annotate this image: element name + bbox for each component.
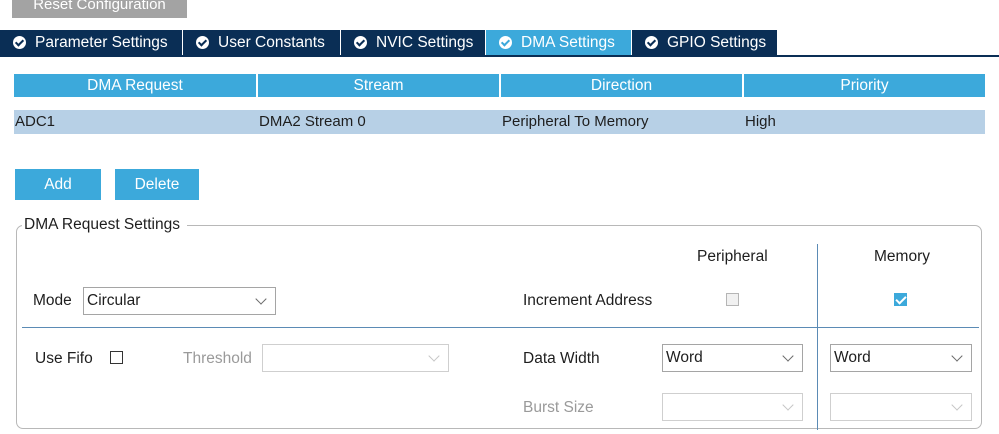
threshold-select[interactable] [262, 344, 449, 372]
tab-nvic-settings[interactable]: NVIC Settings [341, 30, 486, 55]
chevron-down-icon [951, 399, 963, 411]
mode-label: Mode [33, 292, 72, 309]
peripheral-column-header: Peripheral [697, 248, 768, 265]
settings-tab-bar: Parameter Settings User Constants NVIC S… [0, 30, 999, 57]
check-circle-icon [499, 36, 512, 49]
cell-dma-request: ADC1 [15, 113, 56, 130]
use-fifo-checkbox[interactable] [110, 351, 123, 364]
threshold-label: Threshold [183, 350, 252, 367]
table-row[interactable] [14, 110, 985, 134]
check-circle-icon [13, 36, 26, 49]
tab-label: User Constants [218, 34, 325, 51]
tab-label: NVIC Settings [376, 34, 474, 51]
group-title: DMA Request Settings [22, 216, 187, 234]
peripheral-increment-checkbox[interactable] [726, 293, 739, 306]
burst-size-label: Burst Size [523, 399, 594, 416]
tab-parameter-settings[interactable]: Parameter Settings [0, 30, 183, 55]
column-header-dma-request[interactable]: DMA Request [14, 74, 256, 97]
column-divider [817, 244, 818, 430]
delete-button[interactable]: Delete [115, 169, 199, 200]
memory-data-width-select[interactable]: Word [830, 344, 972, 372]
tab-label: GPIO Settings [667, 34, 767, 51]
reset-configuration-button[interactable]: Reset Configuration [12, 0, 187, 18]
chevron-down-icon [782, 350, 794, 362]
data-width-label: Data Width [523, 350, 600, 367]
column-header-priority[interactable]: Priority [744, 74, 985, 97]
peripheral-data-width-value: Word [666, 349, 703, 366]
chevron-down-icon [951, 350, 963, 362]
use-fifo-label: Use Fifo [35, 350, 93, 367]
chevron-down-icon [255, 293, 267, 305]
add-button[interactable]: Add [15, 169, 101, 200]
row-divider [22, 327, 979, 328]
column-header-stream[interactable]: Stream [258, 74, 499, 97]
memory-column-header: Memory [874, 248, 930, 265]
chevron-down-icon [428, 350, 440, 362]
memory-increment-checkbox[interactable] [894, 293, 907, 306]
tab-gpio-settings[interactable]: GPIO Settings [632, 30, 778, 55]
check-circle-icon [354, 36, 367, 49]
peripheral-burst-size-select[interactable] [662, 393, 803, 421]
check-circle-icon [196, 36, 209, 49]
tab-user-constants[interactable]: User Constants [183, 30, 341, 55]
memory-burst-size-select[interactable] [830, 393, 972, 421]
check-circle-icon [645, 36, 658, 49]
tab-label: Parameter Settings [35, 34, 168, 51]
column-header-direction[interactable]: Direction [501, 74, 742, 97]
mode-select[interactable]: Circular [83, 287, 276, 315]
cell-stream: DMA2 Stream 0 [259, 113, 366, 130]
memory-data-width-value: Word [834, 349, 871, 366]
increment-address-label: Increment Address [523, 292, 653, 309]
cell-priority: High [745, 113, 776, 130]
tab-label: DMA Settings [521, 34, 615, 51]
mode-value: Circular [87, 292, 141, 309]
chevron-down-icon [782, 399, 794, 411]
peripheral-data-width-select[interactable]: Word [662, 344, 803, 372]
tab-dma-settings[interactable]: DMA Settings [486, 30, 632, 55]
cell-direction: Peripheral To Memory [502, 113, 649, 130]
